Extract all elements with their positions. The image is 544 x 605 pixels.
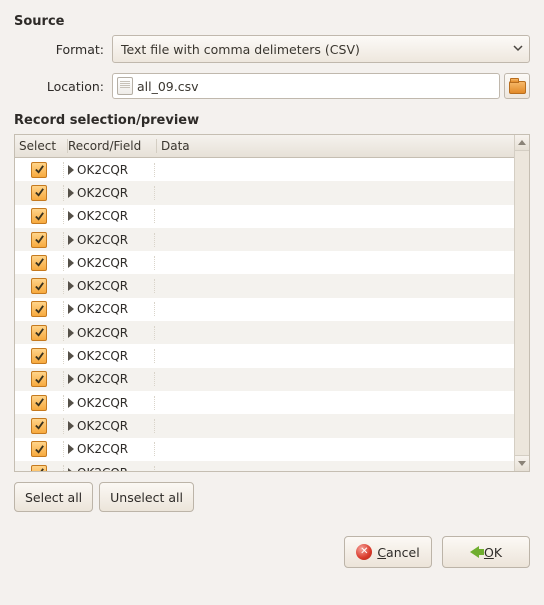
expand-icon[interactable] xyxy=(68,235,74,245)
table-row[interactable]: OK2CQR xyxy=(15,368,514,391)
record-name: OK2CQR xyxy=(77,279,128,293)
record-name: OK2CQR xyxy=(77,326,128,340)
cancel-label: Cancel xyxy=(377,545,419,560)
location-input[interactable]: all_09.csv xyxy=(112,73,500,99)
row-checkbox[interactable] xyxy=(31,162,47,178)
record-name: OK2CQR xyxy=(77,233,128,247)
folder-icon xyxy=(509,81,526,94)
record-name: OK2CQR xyxy=(77,302,128,316)
preview-title: Record selection/preview xyxy=(14,113,530,128)
row-checkbox[interactable] xyxy=(31,441,47,457)
record-name: OK2CQR xyxy=(77,256,128,270)
browse-button[interactable] xyxy=(504,73,530,99)
table-row[interactable]: OK2CQR xyxy=(15,391,514,414)
column-header-select[interactable]: Select xyxy=(15,139,68,153)
expand-icon[interactable] xyxy=(68,421,74,431)
column-header-record[interactable]: Record/Field xyxy=(68,139,157,153)
row-checkbox[interactable] xyxy=(31,185,47,201)
chevron-down-icon xyxy=(511,42,525,56)
record-name: OK2CQR xyxy=(77,419,128,433)
expand-icon[interactable] xyxy=(68,304,74,314)
expand-icon[interactable] xyxy=(68,468,74,472)
record-name: OK2CQR xyxy=(77,349,128,363)
row-checkbox[interactable] xyxy=(31,232,47,248)
row-checkbox[interactable] xyxy=(31,301,47,317)
expand-icon[interactable] xyxy=(68,444,74,454)
record-table: Select Record/Field Data OK2CQR OK2CQR OK2… xyxy=(14,134,530,472)
expand-icon[interactable] xyxy=(68,165,74,175)
table-row[interactable]: OK2CQR xyxy=(15,414,514,437)
expand-icon[interactable] xyxy=(68,258,74,268)
format-value: Text file with comma delimeters (CSV) xyxy=(121,42,511,57)
scrollbar[interactable] xyxy=(514,135,529,471)
row-checkbox[interactable] xyxy=(31,255,47,271)
location-value: all_09.csv xyxy=(137,79,495,94)
row-checkbox[interactable] xyxy=(31,465,47,472)
location-label: Location: xyxy=(28,79,104,94)
chevron-up-icon xyxy=(518,140,526,145)
table-row[interactable]: OK2CQR xyxy=(15,181,514,204)
select-all-button[interactable]: Select all xyxy=(14,482,93,512)
record-name: OK2CQR xyxy=(77,163,128,177)
cancel-icon: ✕ xyxy=(356,544,372,560)
expand-icon[interactable] xyxy=(68,374,74,384)
table-row[interactable]: OK2CQR xyxy=(15,438,514,461)
table-row[interactable]: OK2CQR xyxy=(15,158,514,181)
table-row[interactable]: OK2CQR xyxy=(15,344,514,367)
row-checkbox[interactable] xyxy=(31,278,47,294)
row-checkbox[interactable] xyxy=(31,395,47,411)
row-checkbox[interactable] xyxy=(31,208,47,224)
record-name: OK2CQR xyxy=(77,442,128,456)
format-label: Format: xyxy=(28,42,104,57)
record-name: OK2CQR xyxy=(77,372,128,386)
record-name: OK2CQR xyxy=(77,396,128,410)
expand-icon[interactable] xyxy=(68,281,74,291)
ok-icon xyxy=(470,546,479,558)
expand-icon[interactable] xyxy=(68,328,74,338)
chevron-down-icon xyxy=(518,461,526,466)
scroll-down-button[interactable] xyxy=(515,455,529,471)
cancel-button[interactable]: ✕ Cancel xyxy=(344,536,432,568)
record-name: OK2CQR xyxy=(77,186,128,200)
expand-icon[interactable] xyxy=(68,188,74,198)
scroll-up-button[interactable] xyxy=(515,135,529,151)
file-icon xyxy=(117,77,133,95)
record-name: OK2CQR xyxy=(77,209,128,223)
table-row[interactable]: OK2CQR xyxy=(15,298,514,321)
row-checkbox[interactable] xyxy=(31,371,47,387)
ok-label: OK xyxy=(484,545,502,560)
table-row[interactable]: OK2CQR xyxy=(15,461,514,471)
ok-button[interactable]: OK xyxy=(442,536,530,568)
expand-icon[interactable] xyxy=(68,351,74,361)
expand-icon[interactable] xyxy=(68,398,74,408)
table-row[interactable]: OK2CQR xyxy=(15,228,514,251)
source-title: Source xyxy=(14,14,530,29)
record-name: OK2CQR xyxy=(77,466,128,472)
row-checkbox[interactable] xyxy=(31,348,47,364)
table-row[interactable]: OK2CQR xyxy=(15,251,514,274)
row-checkbox[interactable] xyxy=(31,418,47,434)
unselect-all-button[interactable]: Unselect all xyxy=(99,482,194,512)
table-row[interactable]: OK2CQR xyxy=(15,274,514,297)
row-checkbox[interactable] xyxy=(31,325,47,341)
table-row[interactable]: OK2CQR xyxy=(15,321,514,344)
table-row[interactable]: OK2CQR xyxy=(15,205,514,228)
expand-icon[interactable] xyxy=(68,211,74,221)
format-combobox[interactable]: Text file with comma delimeters (CSV) xyxy=(112,35,530,63)
column-header-data[interactable]: Data xyxy=(157,139,514,153)
